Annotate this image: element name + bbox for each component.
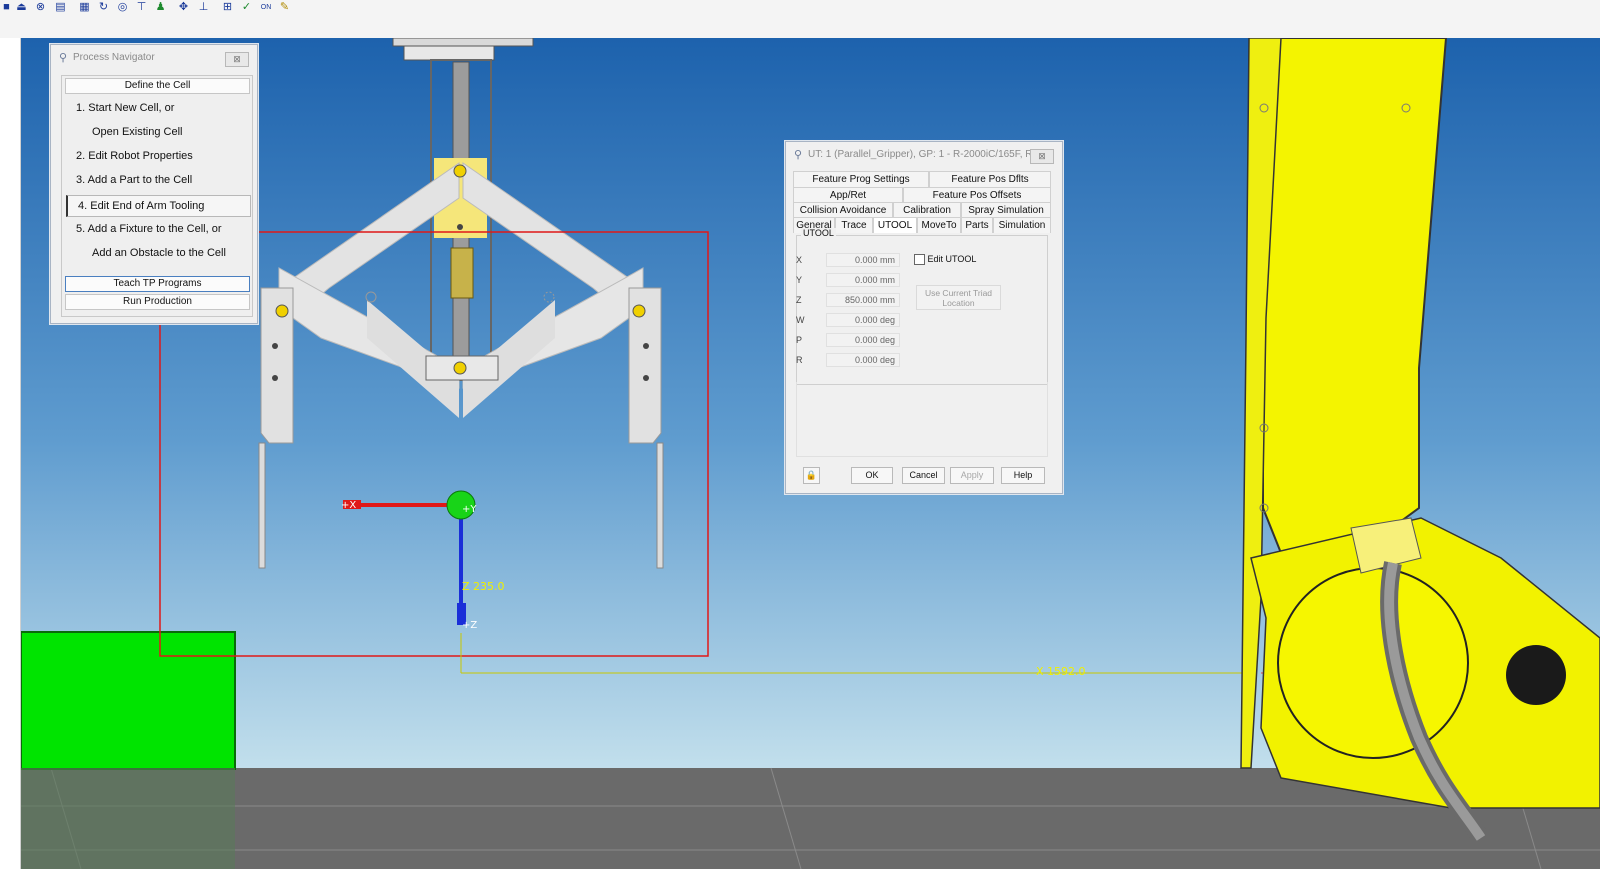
- field-value-w: 0.000 deg: [826, 313, 900, 327]
- teach-tp-programs-button[interactable]: Teach TP Programs: [65, 276, 250, 292]
- robot-icon: ⚲: [794, 149, 803, 161]
- utool-group-label: UTOOL: [801, 228, 836, 238]
- field-value-p: 0.000 deg: [826, 333, 900, 347]
- check-icon[interactable]: ✓: [240, 1, 253, 14]
- triad-y-label: +Y: [462, 504, 477, 515]
- tab-spray-simulation[interactable]: Spray Simulation: [961, 202, 1051, 218]
- process-navigator-list: Define the Cell 1. Start New Cell, or Op…: [61, 75, 253, 317]
- use-triad-line1: Use Current Triad: [924, 288, 993, 298]
- grid-icon[interactable]: ▤: [54, 1, 67, 14]
- tab-feature-pos-dflts[interactable]: Feature Pos Dflts: [929, 171, 1051, 187]
- tab-utool[interactable]: UTOOL: [873, 217, 917, 233]
- toolbar: ■ ⏏ ⊗ ▤ ▦ ↻ ◎ ⊤ ♟ ✥ ⊥ ⊞ ✓ ON ✎: [0, 0, 1600, 39]
- green-part-shadow: [21, 768, 235, 869]
- green-part: [21, 631, 236, 770]
- field-label-y: Y: [796, 275, 803, 285]
- teach-icon[interactable]: ✎: [278, 1, 291, 14]
- tab-app-ret[interactable]: App/Ret: [793, 187, 903, 203]
- apply-button[interactable]: Apply: [950, 467, 994, 484]
- step-add-obstacle[interactable]: Add an Obstacle to the Cell: [92, 247, 226, 259]
- close-icon[interactable]: ⊠: [225, 52, 249, 67]
- tab-trace[interactable]: Trace: [835, 217, 873, 233]
- z-readout: Z 235.0: [462, 580, 505, 593]
- triad-z-label: +Z: [462, 620, 477, 631]
- run-production-button[interactable]: Run Production: [65, 294, 250, 310]
- tab-parts[interactable]: Parts: [961, 217, 993, 233]
- lock-icon[interactable]: 🔒: [803, 467, 820, 484]
- edit-utool-checkbox-wrap[interactable]: Edit UTOOL: [914, 254, 977, 266]
- tab-row-3: Collision Avoidance Calibration Spray Si…: [793, 202, 1051, 218]
- tab-row-1: Feature Prog Settings Feature Pos Dflts: [793, 171, 1051, 187]
- person-icon[interactable]: ♟: [154, 1, 167, 14]
- field-value-x: 0.000 mm: [826, 253, 900, 267]
- stop-icon[interactable]: ■: [0, 1, 13, 14]
- robot-icon: ⚲: [59, 52, 68, 64]
- pan-icon[interactable]: ✥: [177, 1, 190, 14]
- x-readout: X 1592.0: [1036, 665, 1086, 678]
- pin-icon[interactable]: ⊤: [135, 1, 148, 14]
- use-current-triad-button[interactable]: Use Current Triad Location: [916, 285, 1001, 310]
- edit-utool-checkbox[interactable]: [914, 254, 925, 266]
- eject-icon[interactable]: ⏏: [15, 1, 28, 14]
- utool-dialog-titlebar[interactable]: ⚲ UT: 1 (Parallel_Gripper), GP: 1 - R-20…: [786, 142, 1062, 168]
- process-navigator-titlebar[interactable]: ⚲ Process Navigator ⊠: [51, 45, 257, 71]
- field-label-w: W: [796, 315, 805, 325]
- utool-empty-area: [796, 382, 1048, 457]
- step-open-existing-cell[interactable]: Open Existing Cell: [92, 126, 183, 138]
- utool-dialog-title: UT: 1 (Parallel_Gripper), GP: 1 - R-2000…: [808, 149, 1047, 160]
- field-value-z: 850.000 mm: [826, 293, 900, 307]
- close-icon[interactable]: ⊠: [1030, 149, 1054, 164]
- process-navigator-window: ⚲ Process Navigator ⊠ Define the Cell 1.…: [50, 44, 258, 324]
- field-label-z: Z: [796, 295, 802, 305]
- tab-calibration[interactable]: Calibration: [893, 202, 961, 218]
- close-circle-icon[interactable]: ⊗: [34, 1, 47, 14]
- triad-x-label: +X: [341, 500, 356, 511]
- field-value-r: 0.000 deg: [826, 353, 900, 367]
- tab-feature-pos-offsets[interactable]: Feature Pos Offsets: [903, 187, 1051, 203]
- edit-utool-label: Edit UTOOL: [927, 254, 977, 264]
- measure-icon[interactable]: ⊥: [197, 1, 210, 14]
- tab-collision-avoidance[interactable]: Collision Avoidance: [793, 202, 893, 218]
- field-label-x: X: [796, 255, 803, 265]
- define-cell-button[interactable]: Define the Cell: [65, 78, 250, 94]
- utool-dialog: ⚲ UT: 1 (Parallel_Gripper), GP: 1 - R-20…: [785, 141, 1063, 494]
- step-add-fixture[interactable]: 5. Add a Fixture to the Cell, or: [76, 223, 222, 235]
- help-button[interactable]: Help: [1001, 467, 1045, 484]
- field-value-y: 0.000 mm: [826, 273, 900, 287]
- step-edit-eoat[interactable]: 4. Edit End of Arm Tooling: [66, 195, 251, 217]
- field-label-r: R: [796, 355, 803, 365]
- cancel-button[interactable]: Cancel: [902, 467, 945, 484]
- step-start-new-cell[interactable]: 1. Start New Cell, or: [76, 102, 174, 114]
- tab-simulation[interactable]: Simulation: [993, 217, 1051, 233]
- step-add-part[interactable]: 3. Add a Part to the Cell: [76, 174, 192, 186]
- tab-row-2: App/Ret Feature Pos Offsets: [793, 187, 1051, 203]
- target-icon[interactable]: ◎: [116, 1, 129, 14]
- cell-icon[interactable]: ▦: [78, 1, 91, 14]
- ok-button[interactable]: OK: [851, 467, 893, 484]
- use-triad-line2: Location: [942, 298, 975, 308]
- online-icon[interactable]: ON: [258, 1, 274, 14]
- tab-feature-prog-settings[interactable]: Feature Prog Settings: [793, 171, 929, 187]
- step-edit-robot-properties[interactable]: 2. Edit Robot Properties: [76, 150, 193, 162]
- left-panel-edge: [0, 38, 21, 869]
- cycle-icon[interactable]: ↻: [97, 1, 110, 14]
- tab-moveto[interactable]: MoveTo: [917, 217, 961, 233]
- field-label-p: P: [796, 335, 803, 345]
- frame-icon[interactable]: ⊞: [221, 1, 234, 14]
- process-navigator-title: Process Navigator: [73, 52, 155, 63]
